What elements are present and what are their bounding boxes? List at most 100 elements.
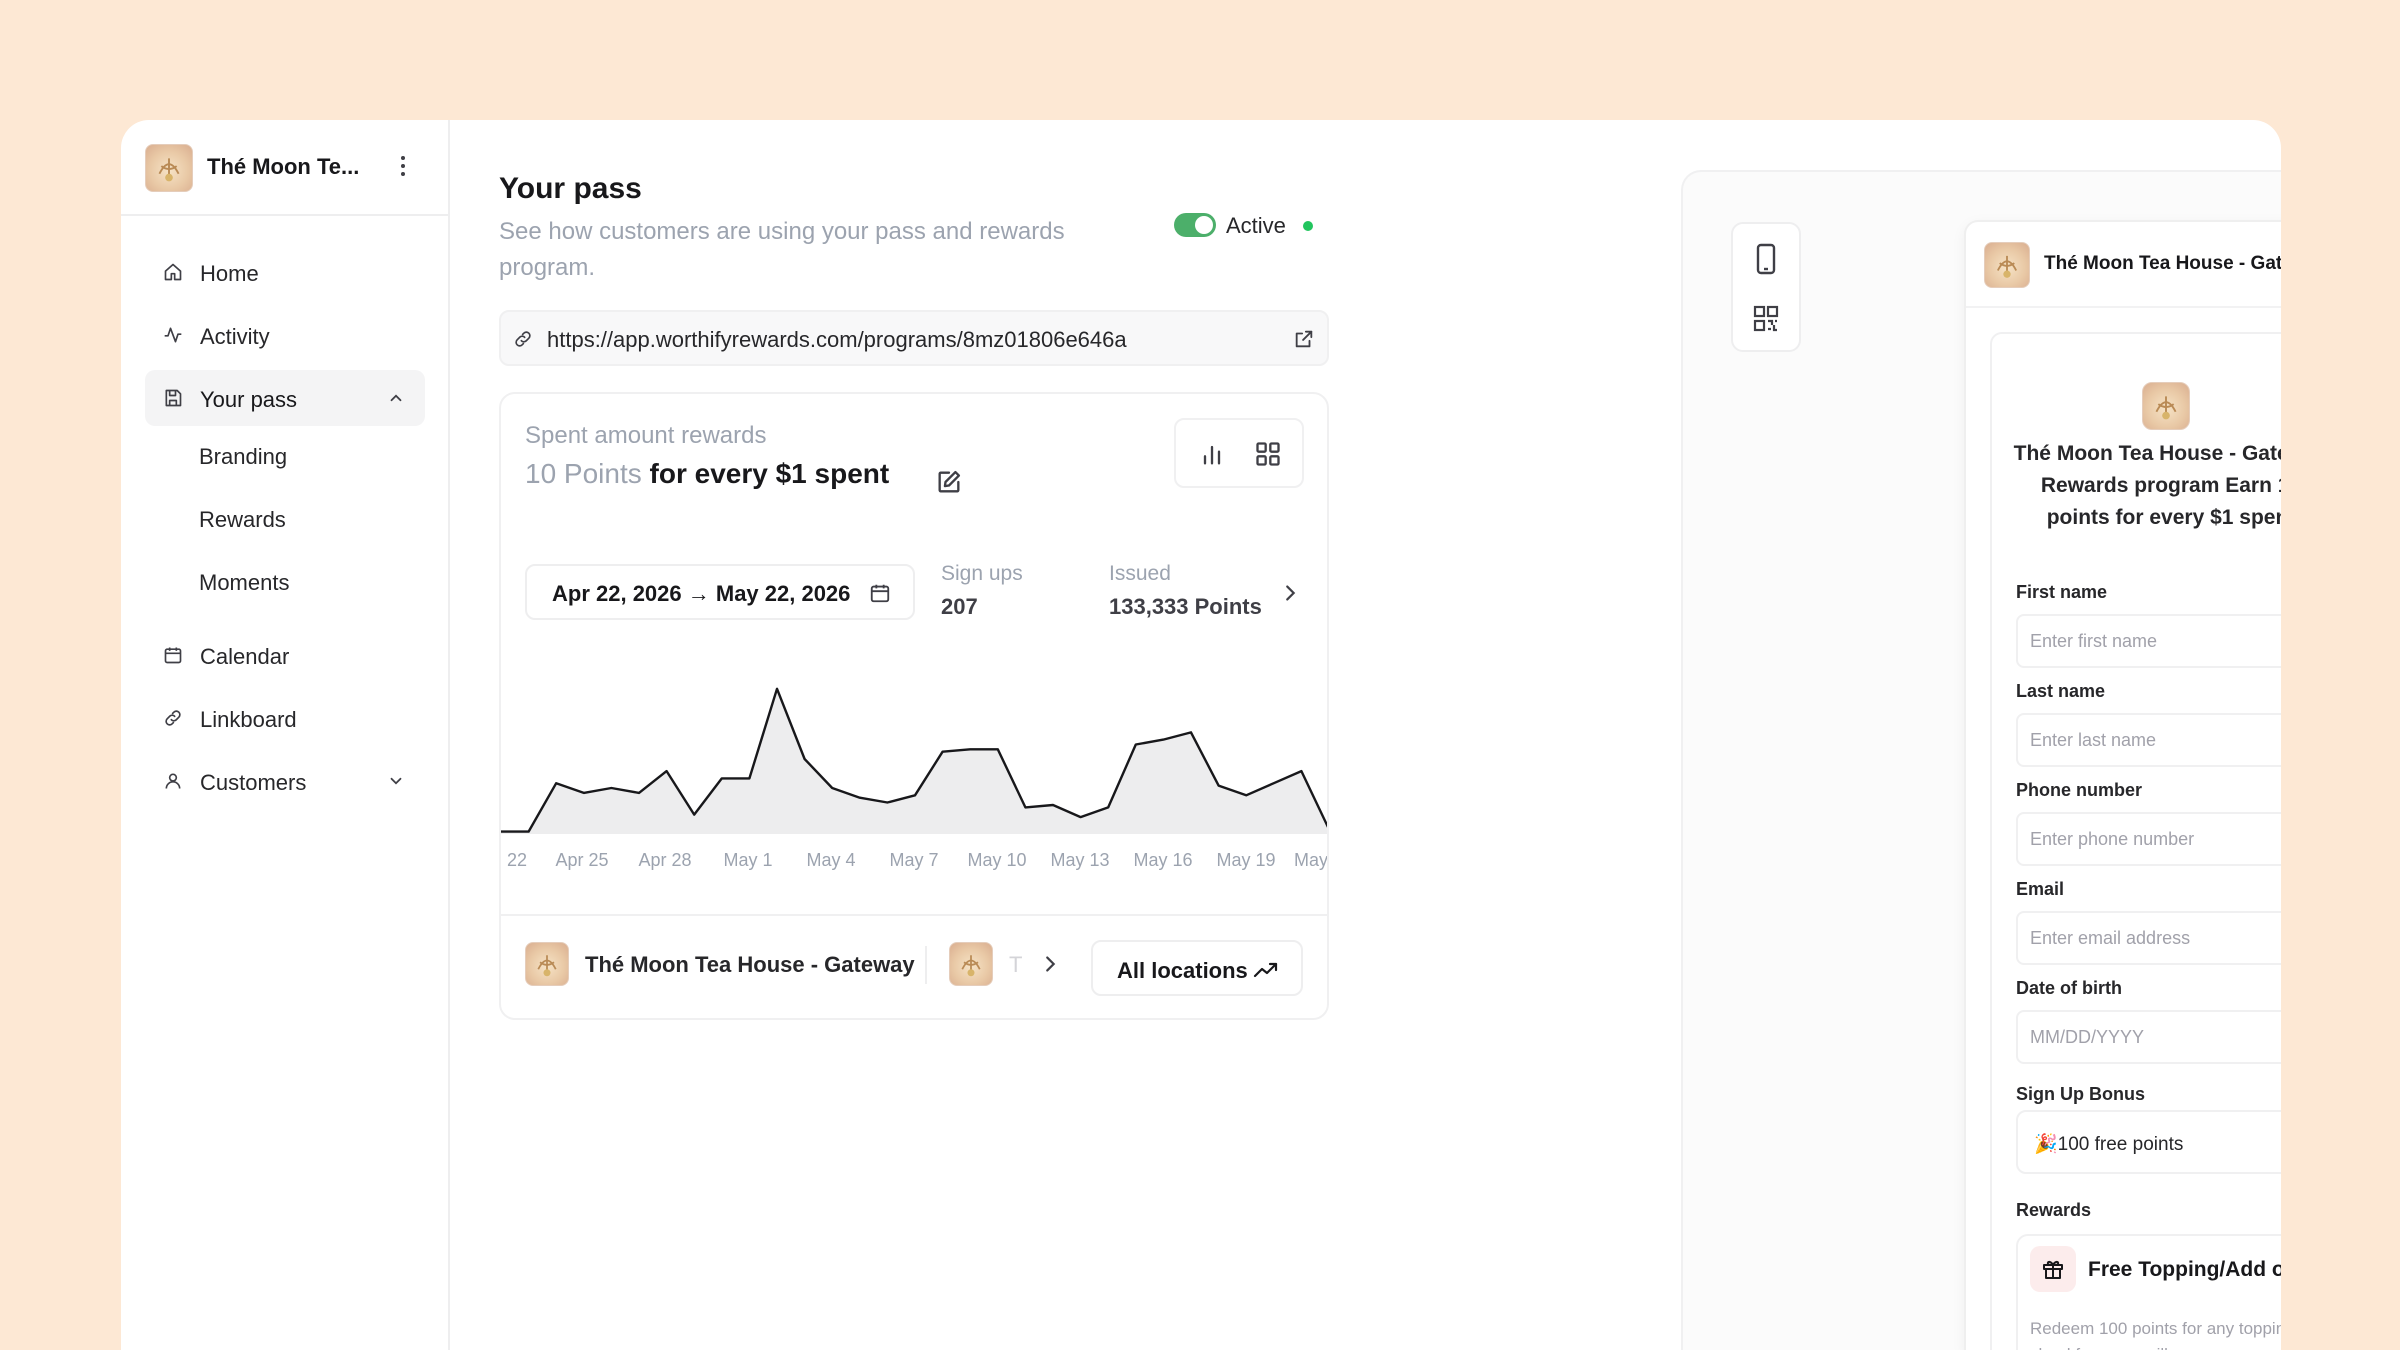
activity-icon bbox=[163, 325, 183, 345]
all-locations-button[interactable]: All locations bbox=[1091, 940, 1303, 996]
sidebar: Thé Moon Te... Home Activity Your pass B… bbox=[121, 120, 450, 1350]
stat-value: 207 bbox=[941, 594, 978, 619]
sidebar-item-label: Home bbox=[200, 261, 259, 286]
x-tick-label: Apr 25 bbox=[555, 850, 608, 870]
link-icon bbox=[163, 708, 183, 728]
x-tick-label: May bbox=[1294, 850, 1328, 870]
calendar-icon bbox=[869, 582, 891, 604]
sidebar-subitem-moments[interactable]: Moments bbox=[199, 570, 289, 596]
field-label: Date of birth bbox=[2016, 978, 2122, 998]
divider bbox=[1327, 584, 1329, 604]
x-tick-label: May 1 bbox=[723, 850, 772, 870]
field-label: Email bbox=[2016, 879, 2065, 899]
gift-icon bbox=[2030, 1246, 2076, 1292]
x-tick-label: May 4 bbox=[806, 850, 855, 870]
sidebar-item-activity[interactable]: Activity bbox=[145, 307, 425, 363]
points-text: 10 Points bbox=[525, 458, 642, 489]
field-label: Phone number bbox=[2016, 780, 2143, 800]
reward-title: Free Topping/Add on bbox=[2088, 1258, 2281, 1281]
grid-icon[interactable] bbox=[1248, 434, 1288, 474]
calendar-icon bbox=[163, 645, 183, 665]
toggle-label: Active bbox=[1226, 213, 1286, 238]
sidebar-item-label: Calendar bbox=[200, 644, 290, 669]
preview-header: Thé Moon Tea House - Gateway bbox=[1966, 222, 2281, 308]
sidebar-item-linkboard[interactable]: Linkboard bbox=[145, 690, 425, 746]
x-tick-label: May 19 bbox=[1216, 850, 1275, 870]
preview-title: Thé Moon Tea House - Gateway bbox=[2044, 253, 2281, 274]
page-title: Your pass bbox=[499, 172, 642, 205]
brand-name: Thé Moon Te... bbox=[207, 154, 360, 179]
bonus-text: 🎉100 free points bbox=[2034, 1134, 2184, 1155]
chevron-down-icon[interactable] bbox=[387, 772, 405, 790]
home-icon bbox=[163, 262, 183, 282]
preview-mode-switcher bbox=[1731, 222, 1801, 352]
phone-icon[interactable] bbox=[1751, 242, 1781, 276]
date-range-picker[interactable]: Apr 22, 2026 → May 22, 2026 bbox=[525, 564, 915, 620]
pass-icon bbox=[163, 388, 183, 408]
phone-number-input[interactable] bbox=[2016, 812, 2281, 866]
stat-label: Issued bbox=[1109, 562, 1171, 585]
link-icon bbox=[513, 329, 533, 349]
stat-value: 133,333 Points bbox=[1109, 594, 1262, 619]
edit-icon[interactable] bbox=[935, 468, 963, 496]
x-tick-label: May 10 bbox=[967, 850, 1026, 870]
rewards-label: Rewards bbox=[2016, 1200, 2092, 1220]
sidebar-item-calendar[interactable]: Calendar bbox=[145, 627, 425, 683]
preview-logo bbox=[1984, 242, 2030, 288]
chevron-right-icon[interactable] bbox=[1039, 953, 1061, 975]
qr-code-icon[interactable] bbox=[1751, 302, 1781, 336]
status-dot bbox=[1303, 221, 1313, 231]
rule-text: for every $1 spent bbox=[641, 458, 890, 489]
sidebar-subitem-rewards[interactable]: Rewards bbox=[199, 507, 286, 533]
x-tick-label: May 13 bbox=[1050, 850, 1109, 870]
sidebar-item-customers[interactable]: Customers bbox=[145, 753, 425, 809]
stat-label: Sign ups bbox=[941, 562, 1023, 585]
x-tick-label: Apr 28 bbox=[638, 850, 691, 870]
program-url-field[interactable]: https://app.worthifyrewards.com/programs… bbox=[499, 310, 1329, 366]
toggle-switch[interactable] bbox=[1174, 213, 1216, 237]
trending-up-icon bbox=[1253, 959, 1279, 981]
user-icon bbox=[163, 771, 183, 791]
sidebar-item-home[interactable]: Home bbox=[145, 244, 425, 300]
form-title: Thé Moon Tea House - Gateway Rewards pro… bbox=[2013, 442, 2281, 529]
chevron-right-icon[interactable] bbox=[1279, 582, 1301, 604]
signup-bonus: 🎉100 free points bbox=[2016, 1110, 2281, 1174]
more-options-icon[interactable] bbox=[391, 152, 415, 182]
main-content: Your pass See how customers are using yo… bbox=[450, 120, 2281, 1350]
active-toggle[interactable]: Active bbox=[1170, 204, 1320, 246]
location-name[interactable]: Thé Moon Tea House - Gateway bbox=[585, 952, 915, 978]
pass-preview-panel: Thé Moon Tea House - Gateway Thé Moon Te… bbox=[1681, 170, 2281, 1350]
sidebar-item-label: Customers bbox=[200, 770, 307, 795]
bonus-label: Sign Up Bonus bbox=[2016, 1084, 2145, 1104]
location-name-truncated: T bbox=[1009, 952, 1023, 977]
reward-rule: 10 Points for every $1 spent bbox=[525, 458, 889, 490]
sidebar-item-label: Activity bbox=[200, 324, 270, 349]
button-label: All locations bbox=[1117, 958, 1248, 983]
brand-logo bbox=[145, 144, 193, 192]
view-switcher bbox=[1174, 418, 1304, 488]
date-of-birth-input[interactable] bbox=[2016, 1010, 2281, 1064]
sidebar-subitem-branding[interactable]: Branding bbox=[199, 444, 287, 470]
first-name-input[interactable] bbox=[2016, 614, 2281, 668]
field-label: First name bbox=[2016, 582, 2108, 602]
x-tick-label: May 16 bbox=[1133, 850, 1192, 870]
divider bbox=[925, 946, 927, 984]
brand-header: Thé Moon Te... bbox=[121, 120, 450, 216]
x-tick-label: 22 bbox=[507, 850, 527, 870]
divider bbox=[501, 914, 1327, 916]
chevron-up-icon[interactable] bbox=[387, 389, 405, 407]
location-logo[interactable] bbox=[949, 942, 993, 986]
email-input[interactable] bbox=[2016, 911, 2281, 965]
external-link-icon[interactable] bbox=[1293, 328, 1315, 350]
sidebar-item-label: Your pass bbox=[200, 387, 298, 412]
date-range-label: Apr 22, 2026 → May 22, 2026 bbox=[552, 581, 851, 606]
signup-form: Thé Moon Tea House - Gateway Rewards pro… bbox=[1990, 332, 2281, 1350]
sidebar-item-your-pass[interactable]: Your pass bbox=[145, 370, 425, 426]
reward-card[interactable]: Free Topping/Add on Redeem 100 points fo… bbox=[2016, 1234, 2281, 1350]
bar-chart-icon[interactable] bbox=[1192, 434, 1232, 474]
last-name-input[interactable] bbox=[2016, 713, 2281, 767]
reward-description: Redeem 100 points for any topping, cloud… bbox=[2030, 1319, 2281, 1350]
field-label: Last name bbox=[2016, 681, 2106, 701]
form-logo bbox=[2142, 382, 2190, 430]
phone-preview: Thé Moon Tea House - Gateway Thé Moon Te… bbox=[1964, 220, 2281, 1350]
